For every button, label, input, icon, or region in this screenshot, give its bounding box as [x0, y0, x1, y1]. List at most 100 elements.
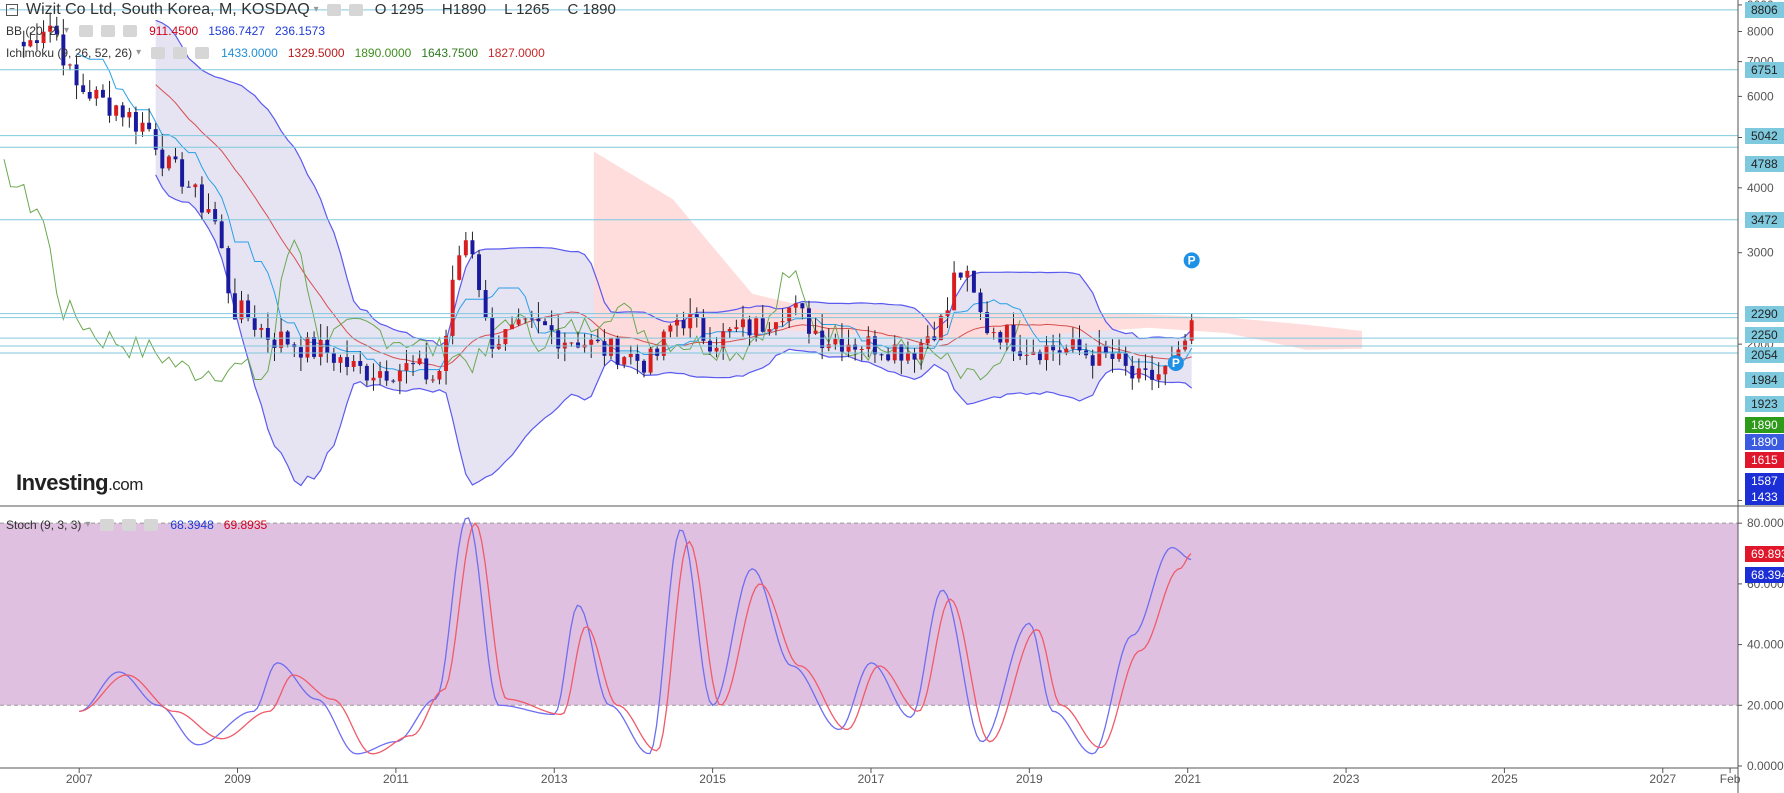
candle-body: [1004, 324, 1009, 343]
stoch-tag: 69.893: [1745, 545, 1784, 562]
time-tick-label: 2021: [1174, 772, 1201, 786]
stoch-pane: [0, 517, 1738, 755]
candle-body: [1163, 366, 1168, 375]
logo-suffix: .com: [108, 475, 143, 494]
candle-body: [958, 272, 963, 278]
price-tag: 3472: [1745, 211, 1784, 228]
candle-body: [569, 342, 574, 344]
candle-body: [1057, 350, 1062, 353]
candle-body: [978, 292, 983, 313]
candle-body: [714, 347, 719, 352]
candle-body: [318, 340, 323, 357]
time-tick-label: 2019: [1016, 772, 1043, 786]
candle-body: [879, 354, 884, 356]
candle-body: [1150, 369, 1155, 380]
candle-body: [694, 313, 699, 318]
gear-icon[interactable]: [173, 47, 188, 59]
candle-body: [503, 329, 508, 345]
chart-title-row: − Wizit Co Ltd, South Korea, M, KOSDAQ ▾…: [0, 0, 632, 20]
logo-main: Investing: [16, 470, 109, 495]
candle-body: [952, 272, 957, 311]
candle-body: [378, 371, 383, 378]
candle-body: [721, 331, 726, 348]
candle-body: [740, 319, 745, 328]
investing-logo: Investing.com: [16, 470, 143, 496]
close-icon[interactable]: [195, 47, 210, 59]
close-icon[interactable]: [144, 519, 159, 531]
candle-body: [437, 370, 442, 380]
price-tag: 2250: [1745, 326, 1784, 343]
gear-icon[interactable]: [122, 519, 137, 531]
candle-body: [127, 112, 132, 118]
chart-title: Wizit Co Ltd, South Korea, M, KOSDAQ: [26, 1, 310, 18]
candle-body: [839, 339, 844, 352]
candle-body: [1189, 320, 1194, 341]
settings-icon[interactable]: [348, 4, 363, 16]
stoch-tick-label: 20.000: [1747, 698, 1784, 712]
settings-icon[interactable]: [326, 4, 341, 16]
bb-legend[interactable]: BB (20, 2) ▾ 911.4500 1586.7427 236.1573: [6, 21, 333, 41]
eye-icon[interactable]: [151, 47, 166, 59]
candle-body: [1064, 348, 1069, 353]
candle-body: [1130, 365, 1135, 379]
candle-body: [1136, 368, 1141, 379]
candle-body: [490, 317, 495, 349]
candle-body: [364, 365, 369, 381]
candle-body: [424, 358, 429, 380]
ichimoku-value-1: 1433.0000: [221, 46, 278, 60]
candle-body: [232, 293, 237, 320]
eye-icon[interactable]: [100, 519, 115, 531]
ichimoku-legend[interactable]: Ichimoku (9, 26, 52, 26) ▾ 1433.0000 132…: [6, 43, 553, 63]
bb-name: BB (20, 2): [6, 24, 61, 38]
candle-body: [404, 363, 409, 371]
candle-body: [371, 377, 376, 381]
gear-icon[interactable]: [101, 25, 116, 37]
price-tag: 1984: [1745, 371, 1784, 388]
bb-value-2: 1586.7427: [208, 24, 265, 38]
candle-body: [199, 184, 204, 213]
candle-body: [872, 336, 877, 355]
candle-body: [1143, 368, 1148, 370]
stoch-d-value: 69.8935: [223, 518, 268, 532]
candle-body: [173, 156, 178, 160]
close-icon[interactable]: [123, 25, 138, 37]
candle-body: [417, 358, 422, 365]
stoch-legend[interactable]: Stoch (9, 3, 3) ▾ 68.3948 69.8935: [6, 515, 275, 535]
candle-body: [107, 97, 112, 116]
candle-body: [331, 352, 336, 363]
candle-body: [905, 352, 910, 361]
price-tick-label: 6000: [1747, 89, 1774, 103]
candle-body: [94, 89, 99, 99]
chevron-down-icon[interactable]: ▾: [85, 515, 90, 535]
candle-body: [853, 344, 858, 350]
close-label: C: [567, 1, 579, 18]
eye-icon[interactable]: [79, 25, 94, 37]
high-value: 1890: [452, 1, 487, 18]
time-tick-label: 2013: [541, 772, 568, 786]
candle-body: [252, 318, 257, 330]
candle-body: [1070, 339, 1075, 349]
candle-body: [813, 330, 818, 334]
marker-label: P: [1172, 356, 1180, 370]
marker-badge: P: [1183, 252, 1200, 269]
candle-body: [67, 64, 72, 66]
chevron-down-icon[interactable]: ▾: [64, 21, 69, 41]
ohlc-close: C 1890: [567, 0, 623, 20]
time-tick-label: 2025: [1491, 772, 1518, 786]
candle-body: [576, 342, 580, 348]
chevron-down-icon[interactable]: ▾: [136, 43, 141, 63]
candle-body: [998, 332, 1003, 343]
stoch-tick-label: 40.000: [1747, 638, 1784, 652]
time-tick-label: 2007: [66, 772, 93, 786]
ichimoku-cloud: [593, 151, 1362, 356]
candle-body: [971, 270, 976, 293]
chevron-down-icon[interactable]: ▾: [314, 0, 319, 20]
collapse-icon[interactable]: −: [6, 4, 18, 16]
candle-body: [615, 337, 620, 365]
candle-body: [81, 85, 86, 92]
chart-canvas[interactable]: PP 9000800070006000500040003000200010008…: [0, 0, 1784, 793]
ichimoku-value-5: 1827.0000: [488, 46, 545, 60]
candle-body: [602, 341, 607, 356]
candle-body: [411, 363, 416, 365]
time-tick-label: 2011: [383, 772, 409, 786]
